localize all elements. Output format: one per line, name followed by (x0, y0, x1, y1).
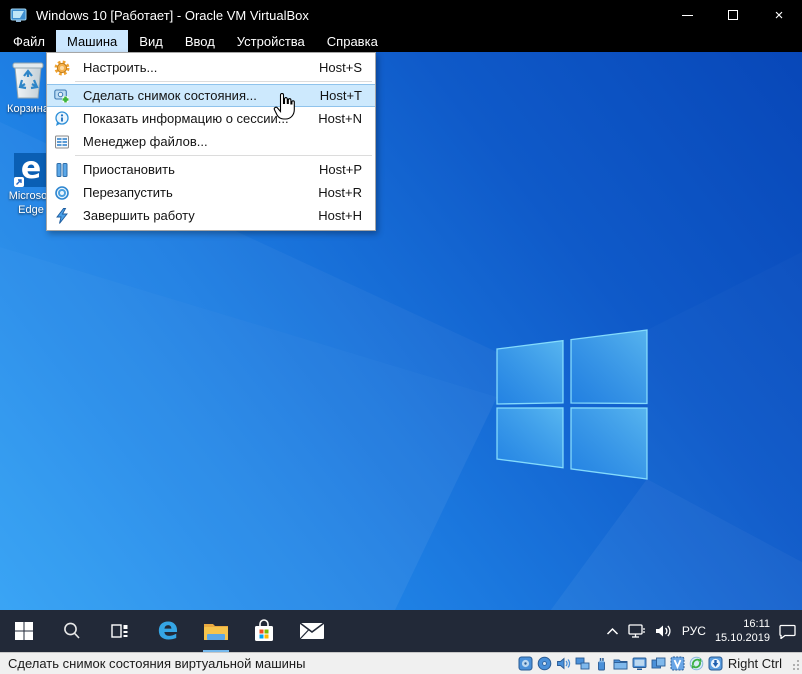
menu-item-reset[interactable]: Перезапустить Host+R (47, 181, 375, 204)
clock[interactable]: 16:11 15.10.2019 (715, 617, 770, 646)
virtualbox-vm-icon (10, 7, 27, 24)
tray-date: 15.10.2019 (715, 631, 770, 645)
menu-item-label: Показать информацию о сессии... (83, 111, 289, 126)
language-indicator[interactable]: РУС (682, 624, 706, 638)
menubar: Файл Машина Вид Ввод Устройства Справка (0, 30, 802, 52)
recycle-bin-icon (10, 58, 46, 100)
keyboard-icon[interactable] (708, 656, 723, 671)
menu-input[interactable]: Ввод (174, 30, 226, 52)
menu-item-take-snapshot[interactable]: Сделать снимок состояния... Host+T (47, 84, 375, 107)
file-explorer-icon (203, 620, 229, 642)
hand-cursor (273, 93, 296, 122)
host-key-indicator: Right Ctrl (728, 656, 782, 671)
take-snapshot-icon (54, 88, 70, 104)
task-view-button[interactable] (96, 610, 144, 652)
edge-tile: e (14, 153, 48, 187)
session-info-icon (54, 111, 70, 127)
menu-item-pause[interactable]: Приостановить Host+P (47, 158, 375, 181)
tray-chevron-icon[interactable] (606, 627, 619, 636)
search-icon (62, 621, 82, 641)
edge-icon: e (157, 614, 178, 645)
vbox-statusbar: Сделать снимок состояния виртуальной маш… (0, 652, 802, 674)
menu-item-label: Настроить... (83, 60, 157, 75)
statusbar-message: Сделать снимок состояния виртуальной маш… (0, 656, 305, 671)
menu-item-shortcut: Host+R (318, 185, 375, 200)
pause-icon (54, 162, 70, 178)
tray-time: 16:11 (715, 617, 770, 631)
maximize-icon (728, 10, 738, 20)
menu-item-label: Завершить работу (83, 208, 195, 223)
reset-icon (54, 185, 70, 201)
menu-help[interactable]: Справка (316, 30, 389, 52)
menu-separator (75, 155, 372, 156)
menu-item-label: Сделать снимок состояния... (83, 88, 257, 103)
store-button[interactable] (240, 610, 288, 652)
shutdown-icon (54, 208, 70, 224)
display-icon[interactable] (632, 656, 647, 671)
settings-gear-icon (54, 60, 70, 76)
menu-machine[interactable]: Машина (56, 30, 128, 52)
menu-item-shortcut: Host+P (319, 162, 375, 177)
menu-view[interactable]: Вид (128, 30, 174, 52)
machine-menu-popup: Настроить... Host+S Сделать снимок состо… (46, 52, 376, 231)
mouse-integration-icon[interactable] (689, 656, 704, 671)
shared-folders-icon[interactable] (613, 656, 628, 671)
network-icon[interactable] (628, 624, 646, 638)
file-manager-icon (54, 134, 70, 150)
volume-icon[interactable] (655, 624, 673, 638)
menu-item-label: Перезапустить (83, 185, 173, 200)
usb-icon[interactable] (594, 656, 609, 671)
titlebar: Windows 10 [Работает] - Oracle VM Virtua… (0, 0, 802, 30)
menu-item-label: Приостановить (83, 162, 175, 177)
features-icon[interactable] (670, 656, 685, 671)
maximize-button[interactable] (710, 0, 756, 30)
menu-item-shutdown[interactable]: Завершить работу Host+H (47, 204, 375, 227)
close-icon: × (775, 8, 784, 23)
statusbar-icons (518, 656, 723, 671)
task-view-icon (110, 621, 130, 641)
system-tray: РУС 16:11 15.10.2019 (597, 610, 802, 652)
menu-separator (75, 81, 372, 82)
menu-file[interactable]: Файл (2, 30, 56, 52)
recording-icon[interactable] (651, 656, 666, 671)
store-icon (252, 618, 276, 644)
menu-item-file-manager[interactable]: Менеджер файлов... (47, 130, 375, 153)
menu-item-shortcut: Host+H (318, 208, 375, 223)
windows-logo (497, 330, 647, 479)
close-button[interactable]: × (756, 0, 802, 30)
menu-item-session-info[interactable]: Показать информацию о сессии... Host+N (47, 107, 375, 130)
mail-icon (299, 621, 325, 641)
guest-taskbar: e (0, 610, 802, 652)
window-title: Windows 10 [Работает] - Oracle VM Virtua… (36, 8, 309, 23)
menu-item-shortcut: Host+T (320, 88, 375, 103)
menu-item-label: Менеджер файлов... (83, 134, 208, 149)
mail-button[interactable] (288, 610, 336, 652)
hdd-icon[interactable] (518, 656, 533, 671)
start-icon (14, 621, 34, 641)
search-button[interactable] (48, 610, 96, 652)
audio-icon[interactable] (556, 656, 571, 671)
shortcut-arrow-icon (14, 177, 24, 187)
menu-devices[interactable]: Устройства (226, 30, 316, 52)
action-center-icon[interactable] (779, 624, 796, 639)
window-controls: × (664, 0, 802, 30)
resize-grip[interactable] (790, 658, 800, 670)
menu-item-shortcut: Host+S (319, 60, 375, 75)
menu-item-shortcut: Host+N (318, 111, 375, 126)
file-explorer-button[interactable] (192, 610, 240, 652)
optical-disk-icon[interactable] (537, 656, 552, 671)
start-button[interactable] (0, 610, 48, 652)
network-icon[interactable] (575, 656, 590, 671)
edge-taskbar-button[interactable]: e (144, 610, 192, 652)
minimize-icon (682, 15, 693, 16)
menu-item-settings[interactable]: Настроить... Host+S (47, 56, 375, 79)
minimize-button[interactable] (664, 0, 710, 30)
